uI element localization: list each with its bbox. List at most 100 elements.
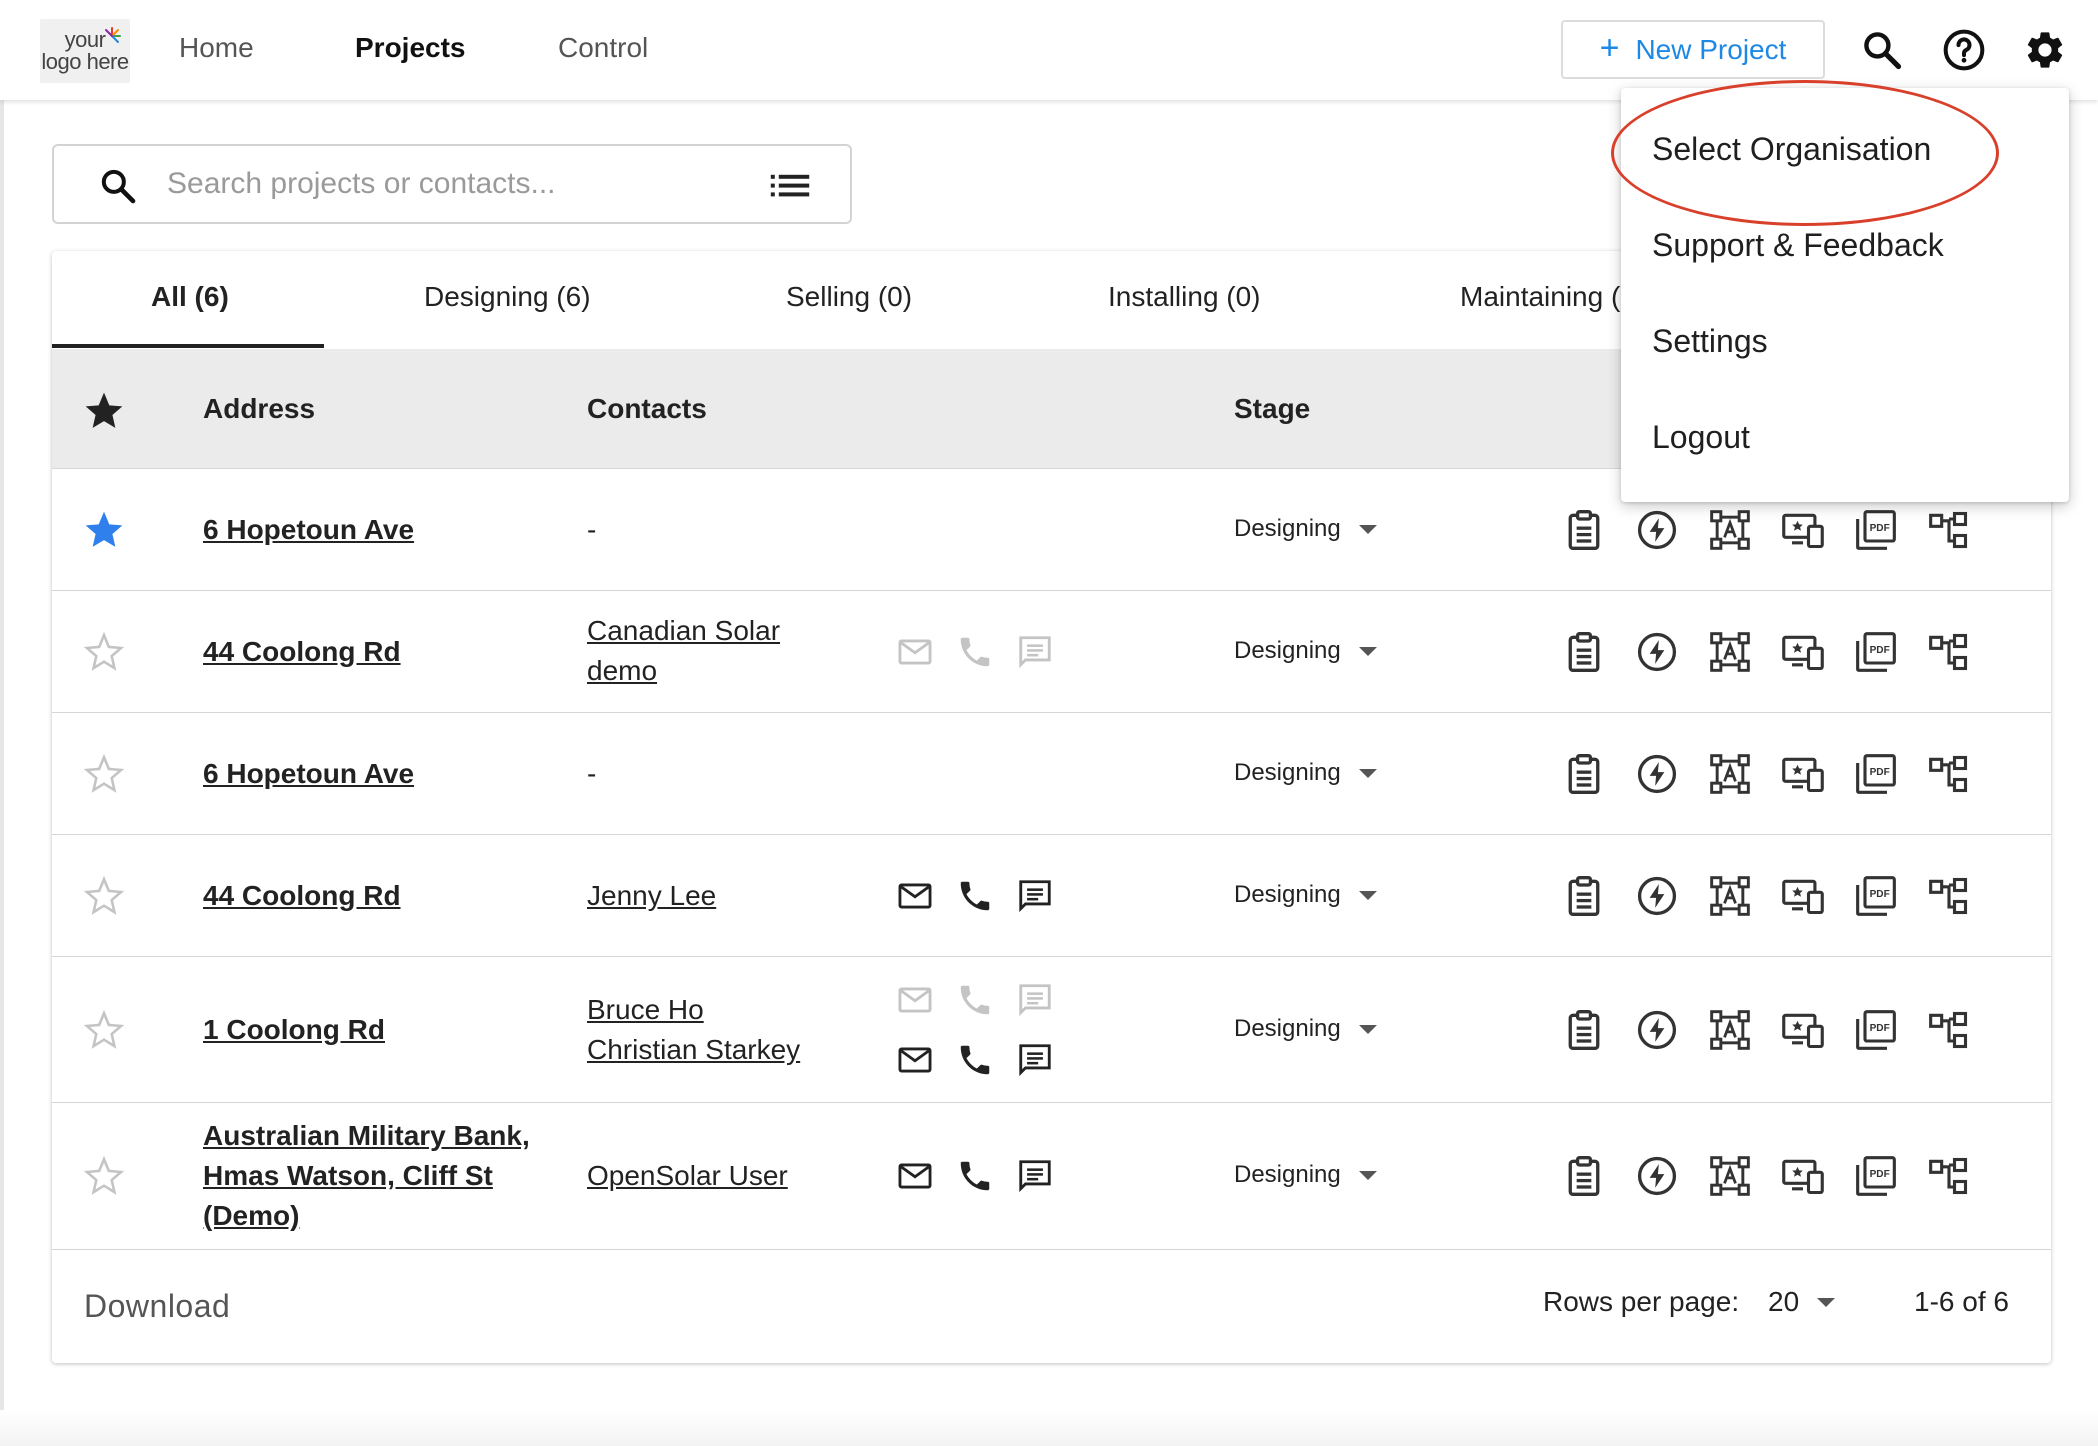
energy-icon[interactable]	[1635, 630, 1679, 674]
stage-select[interactable]: Designing	[1234, 881, 1377, 909]
tab-maintaining[interactable]: Maintaining (	[1460, 281, 1620, 313]
screen-devices-icon[interactable]	[1781, 630, 1825, 674]
nav-home[interactable]: Home	[179, 32, 254, 64]
contact-link[interactable]: OpenSolar User	[587, 1156, 788, 1196]
star-outline-icon[interactable]	[82, 752, 126, 796]
star-outline-icon[interactable]	[82, 1154, 126, 1198]
design-frame-icon[interactable]	[1708, 874, 1752, 918]
sms-icon[interactable]	[1016, 1041, 1054, 1079]
energy-icon[interactable]	[1635, 752, 1679, 796]
gear-icon[interactable]	[2023, 28, 2067, 72]
project-address-link[interactable]: 44 Coolong Rd	[203, 632, 543, 672]
project-address-link[interactable]: 6 Hopetoun Ave	[203, 754, 543, 794]
table-row[interactable]: 1 Coolong Rd Bruce Ho Christian Starkey …	[52, 957, 2051, 1103]
star-outline-icon[interactable]	[82, 874, 126, 918]
screen-devices-icon[interactable]	[1781, 1008, 1825, 1052]
clipboard-icon[interactable]	[1562, 1154, 1606, 1198]
clipboard-icon[interactable]	[1562, 630, 1606, 674]
pdf-icon[interactable]: PDF	[1854, 630, 1898, 674]
phone-icon[interactable]	[956, 981, 994, 1019]
search-input[interactable]	[167, 164, 767, 204]
screen-devices-icon[interactable]	[1781, 508, 1825, 552]
rows-per-page-select[interactable]: 20	[1768, 1286, 1836, 1318]
hierarchy-icon[interactable]	[1927, 508, 1971, 552]
hierarchy-icon[interactable]	[1927, 630, 1971, 674]
project-address-link[interactable]: Australian Military Bank, Hmas Watson, C…	[203, 1116, 543, 1236]
screen-devices-icon[interactable]	[1781, 874, 1825, 918]
menu-item-support-feedback[interactable]: Support & Feedback	[1652, 227, 1944, 264]
contact-link[interactable]: Christian Starkey	[587, 1030, 800, 1070]
star-outline-icon[interactable]	[82, 630, 126, 674]
table-row[interactable]: 44 Coolong Rd Canadian Solar demo Design…	[52, 591, 2051, 713]
menu-item-settings[interactable]: Settings	[1652, 323, 1768, 360]
header-address[interactable]: Address	[203, 393, 315, 425]
menu-item-logout[interactable]: Logout	[1652, 419, 1750, 456]
contact-link[interactable]: Canadian Solar demo	[587, 611, 807, 691]
phone-icon[interactable]	[956, 877, 994, 915]
stage-select[interactable]: Designing	[1234, 515, 1377, 543]
stage-select[interactable]: Designing	[1234, 1015, 1377, 1043]
clipboard-icon[interactable]	[1562, 752, 1606, 796]
sms-icon[interactable]	[1016, 1157, 1054, 1195]
design-frame-icon[interactable]	[1708, 630, 1752, 674]
screen-devices-icon[interactable]	[1781, 1154, 1825, 1198]
pdf-icon[interactable]: PDF	[1854, 752, 1898, 796]
energy-icon[interactable]	[1635, 1154, 1679, 1198]
stage-select[interactable]: Designing	[1234, 759, 1377, 787]
clipboard-icon[interactable]	[1562, 1008, 1606, 1052]
menu-item-select-organisation[interactable]: Select Organisation	[1652, 131, 1931, 168]
screen-devices-icon[interactable]	[1781, 752, 1825, 796]
nav-projects[interactable]: Projects	[355, 32, 466, 64]
energy-icon[interactable]	[1635, 874, 1679, 918]
search-box[interactable]	[52, 144, 852, 224]
phone-icon[interactable]	[956, 633, 994, 671]
sms-icon[interactable]	[1016, 981, 1054, 1019]
energy-icon[interactable]	[1635, 1008, 1679, 1052]
project-address-link[interactable]: 1 Coolong Rd	[203, 1010, 543, 1050]
energy-icon[interactable]	[1635, 508, 1679, 552]
tab-installing[interactable]: Installing (0)	[1108, 281, 1261, 313]
table-row[interactable]: 44 Coolong Rd Jenny Lee Designing PDF	[52, 835, 2051, 957]
project-address-link[interactable]: 6 Hopetoun Ave	[203, 510, 543, 550]
sms-icon[interactable]	[1016, 633, 1054, 671]
design-frame-icon[interactable]	[1708, 1154, 1752, 1198]
clipboard-icon[interactable]	[1562, 874, 1606, 918]
filter-list-icon[interactable]	[770, 170, 810, 202]
email-icon[interactable]	[896, 1157, 934, 1195]
sms-icon[interactable]	[1016, 877, 1054, 915]
table-row[interactable]: 6 Hopetoun Ave - Designing PDF	[52, 713, 2051, 835]
pdf-icon[interactable]: PDF	[1854, 1008, 1898, 1052]
email-icon[interactable]	[896, 877, 934, 915]
new-project-button[interactable]: + New Project	[1561, 20, 1825, 79]
pdf-icon[interactable]: PDF	[1854, 508, 1898, 552]
email-icon[interactable]	[896, 981, 934, 1019]
nav-control[interactable]: Control	[558, 32, 648, 64]
contact-link[interactable]: Bruce Ho	[587, 990, 800, 1030]
star-filled-icon[interactable]	[82, 389, 126, 433]
stage-select[interactable]: Designing	[1234, 637, 1377, 665]
email-icon[interactable]	[896, 633, 934, 671]
design-frame-icon[interactable]	[1708, 752, 1752, 796]
stage-select[interactable]: Designing	[1234, 1161, 1377, 1189]
hierarchy-icon[interactable]	[1927, 874, 1971, 918]
star-filled-icon[interactable]	[82, 508, 126, 552]
pdf-icon[interactable]: PDF	[1854, 1154, 1898, 1198]
help-icon[interactable]	[1942, 28, 1986, 72]
contact-link[interactable]: Jenny Lee	[587, 876, 716, 916]
table-row[interactable]: Australian Military Bank, Hmas Watson, C…	[52, 1103, 2051, 1250]
tab-designing[interactable]: Designing (6)	[424, 281, 591, 313]
tab-selling[interactable]: Selling (0)	[786, 281, 912, 313]
design-frame-icon[interactable]	[1708, 1008, 1752, 1052]
logo[interactable]: your logo here	[40, 19, 130, 83]
pdf-icon[interactable]: PDF	[1854, 874, 1898, 918]
star-outline-icon[interactable]	[82, 1008, 126, 1052]
header-stage[interactable]: Stage	[1234, 393, 1310, 425]
email-icon[interactable]	[896, 1041, 934, 1079]
hierarchy-icon[interactable]	[1927, 1008, 1971, 1052]
clipboard-icon[interactable]	[1562, 508, 1606, 552]
project-address-link[interactable]: 44 Coolong Rd	[203, 876, 543, 916]
download-button[interactable]: Download	[84, 1288, 230, 1325]
design-frame-icon[interactable]	[1708, 508, 1752, 552]
phone-icon[interactable]	[956, 1157, 994, 1195]
phone-icon[interactable]	[956, 1041, 994, 1079]
